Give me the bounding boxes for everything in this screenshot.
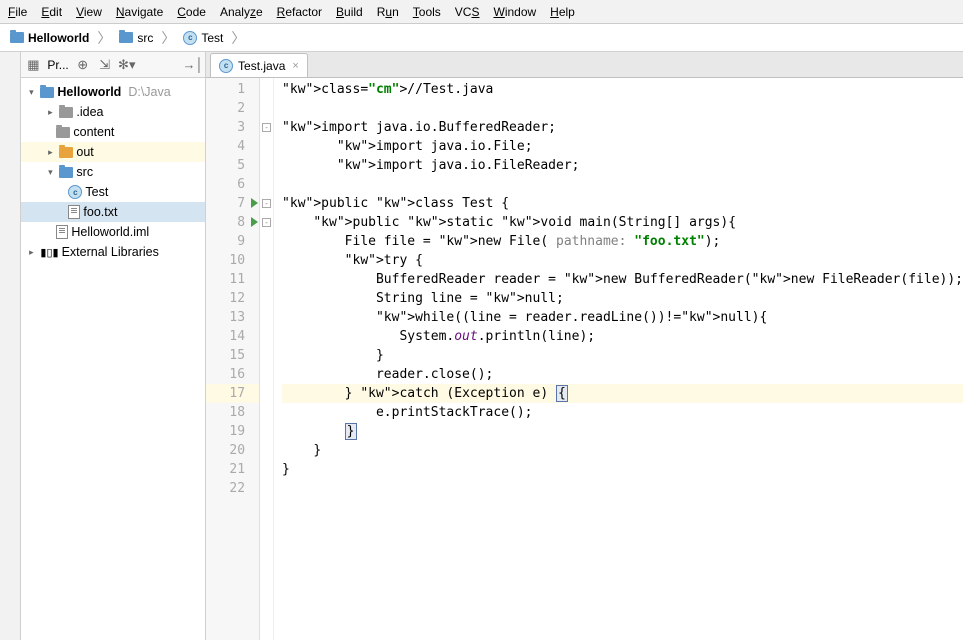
menu-code[interactable]: Code — [177, 5, 206, 19]
tree-root[interactable]: ▾HelloworldD:\Java — [21, 82, 205, 102]
editor-tabs: c Test.java × — [206, 52, 963, 78]
class-icon: c — [219, 59, 233, 73]
project-tool-window: ▦ Pr... ⊕ ⇲ ✻▾ →│ ▾HelloworldD:\Java ▸.i… — [21, 52, 206, 640]
menu-analyze[interactable]: Analyze — [220, 5, 263, 19]
menu-bar: File Edit View Navigate Code Analyze Ref… — [0, 0, 963, 24]
fold-icon[interactable]: - — [262, 218, 271, 227]
expand-icon[interactable]: ▾ — [44, 166, 56, 178]
close-icon[interactable]: × — [292, 60, 298, 72]
run-gutter-icon[interactable] — [251, 217, 258, 227]
project-view-icon[interactable]: ▦ — [25, 57, 41, 73]
expand-icon[interactable]: ▸ — [25, 246, 37, 258]
collapse-icon[interactable]: ⇲ — [97, 57, 113, 73]
chevron-right-icon: 〉 — [231, 28, 245, 48]
tree-src[interactable]: ▾src — [21, 162, 205, 182]
folder-icon — [59, 167, 73, 178]
project-toolbar: ▦ Pr... ⊕ ⇲ ✻▾ →│ — [21, 52, 205, 78]
library-icon: ▮▯▮ — [40, 246, 58, 259]
fold-icon[interactable]: - — [262, 199, 271, 208]
chevron-right-icon: 〉 — [97, 28, 111, 48]
tree-foo[interactable]: foo.txt — [21, 202, 205, 222]
expand-icon[interactable]: ▾ — [25, 86, 37, 98]
menu-vcs[interactable]: VCS — [455, 5, 480, 19]
editor-area: c Test.java × 123456 7 8 910111213141516… — [206, 52, 963, 640]
menu-build[interactable]: Build — [336, 5, 363, 19]
menu-help[interactable]: Help — [550, 5, 575, 19]
tree-iml[interactable]: Helloworld.iml — [21, 222, 205, 242]
code-content[interactable]: "kw">class="cm">//Test.java "kw">import … — [274, 78, 963, 640]
hide-icon[interactable]: →│ — [185, 57, 201, 73]
menu-edit[interactable]: Edit — [41, 5, 62, 19]
chevron-right-icon: 〉 — [161, 28, 175, 48]
breadcrumb-bar: Helloworld 〉 src 〉 cTest 〉 — [0, 24, 963, 52]
menu-navigate[interactable]: Navigate — [116, 5, 163, 19]
menu-view[interactable]: View — [76, 5, 102, 19]
fold-icon[interactable]: - — [262, 123, 271, 132]
project-tree[interactable]: ▾HelloworldD:\Java ▸.idea content ▸out ▾… — [21, 78, 205, 640]
folder-icon — [40, 87, 54, 98]
menu-window[interactable]: Window — [493, 5, 536, 19]
crumb-project[interactable]: Helloworld — [6, 31, 93, 45]
folder-icon — [56, 127, 70, 138]
folder-icon — [10, 32, 24, 43]
expand-icon[interactable]: ▸ — [44, 146, 56, 158]
line-gutter[interactable]: 123456 7 8 910111213141516 17 1819202122 — [206, 78, 260, 640]
tab-test-java[interactable]: c Test.java × — [210, 53, 308, 77]
file-icon — [68, 205, 80, 219]
folder-icon — [59, 147, 73, 158]
tree-idea[interactable]: ▸.idea — [21, 102, 205, 122]
locate-icon[interactable]: ⊕ — [75, 57, 91, 73]
project-view-label[interactable]: Pr... — [47, 58, 68, 72]
menu-tools[interactable]: Tools — [413, 5, 441, 19]
class-icon: c — [183, 31, 197, 45]
file-icon — [56, 225, 68, 239]
crumb-file[interactable]: cTest — [179, 31, 227, 45]
class-icon: c — [68, 185, 82, 199]
tree-test[interactable]: cTest — [21, 182, 205, 202]
run-gutter-icon[interactable] — [251, 198, 258, 208]
tree-content[interactable]: content — [21, 122, 205, 142]
folder-icon — [119, 32, 133, 43]
expand-icon[interactable]: ▸ — [44, 106, 56, 118]
tree-ext[interactable]: ▸▮▯▮External Libraries — [21, 242, 205, 262]
code-editor[interactable]: 123456 7 8 910111213141516 17 1819202122… — [206, 78, 963, 640]
left-tool-stripe[interactable] — [0, 52, 21, 640]
folder-icon — [59, 107, 73, 118]
menu-run[interactable]: Run — [377, 5, 399, 19]
crumb-src[interactable]: src — [115, 31, 157, 45]
menu-file[interactable]: File — [8, 5, 27, 19]
gear-icon[interactable]: ✻▾ — [119, 57, 135, 73]
tree-out[interactable]: ▸out — [21, 142, 205, 162]
fold-gutter[interactable]: - - - — [260, 78, 274, 640]
menu-refactor[interactable]: Refactor — [277, 5, 322, 19]
